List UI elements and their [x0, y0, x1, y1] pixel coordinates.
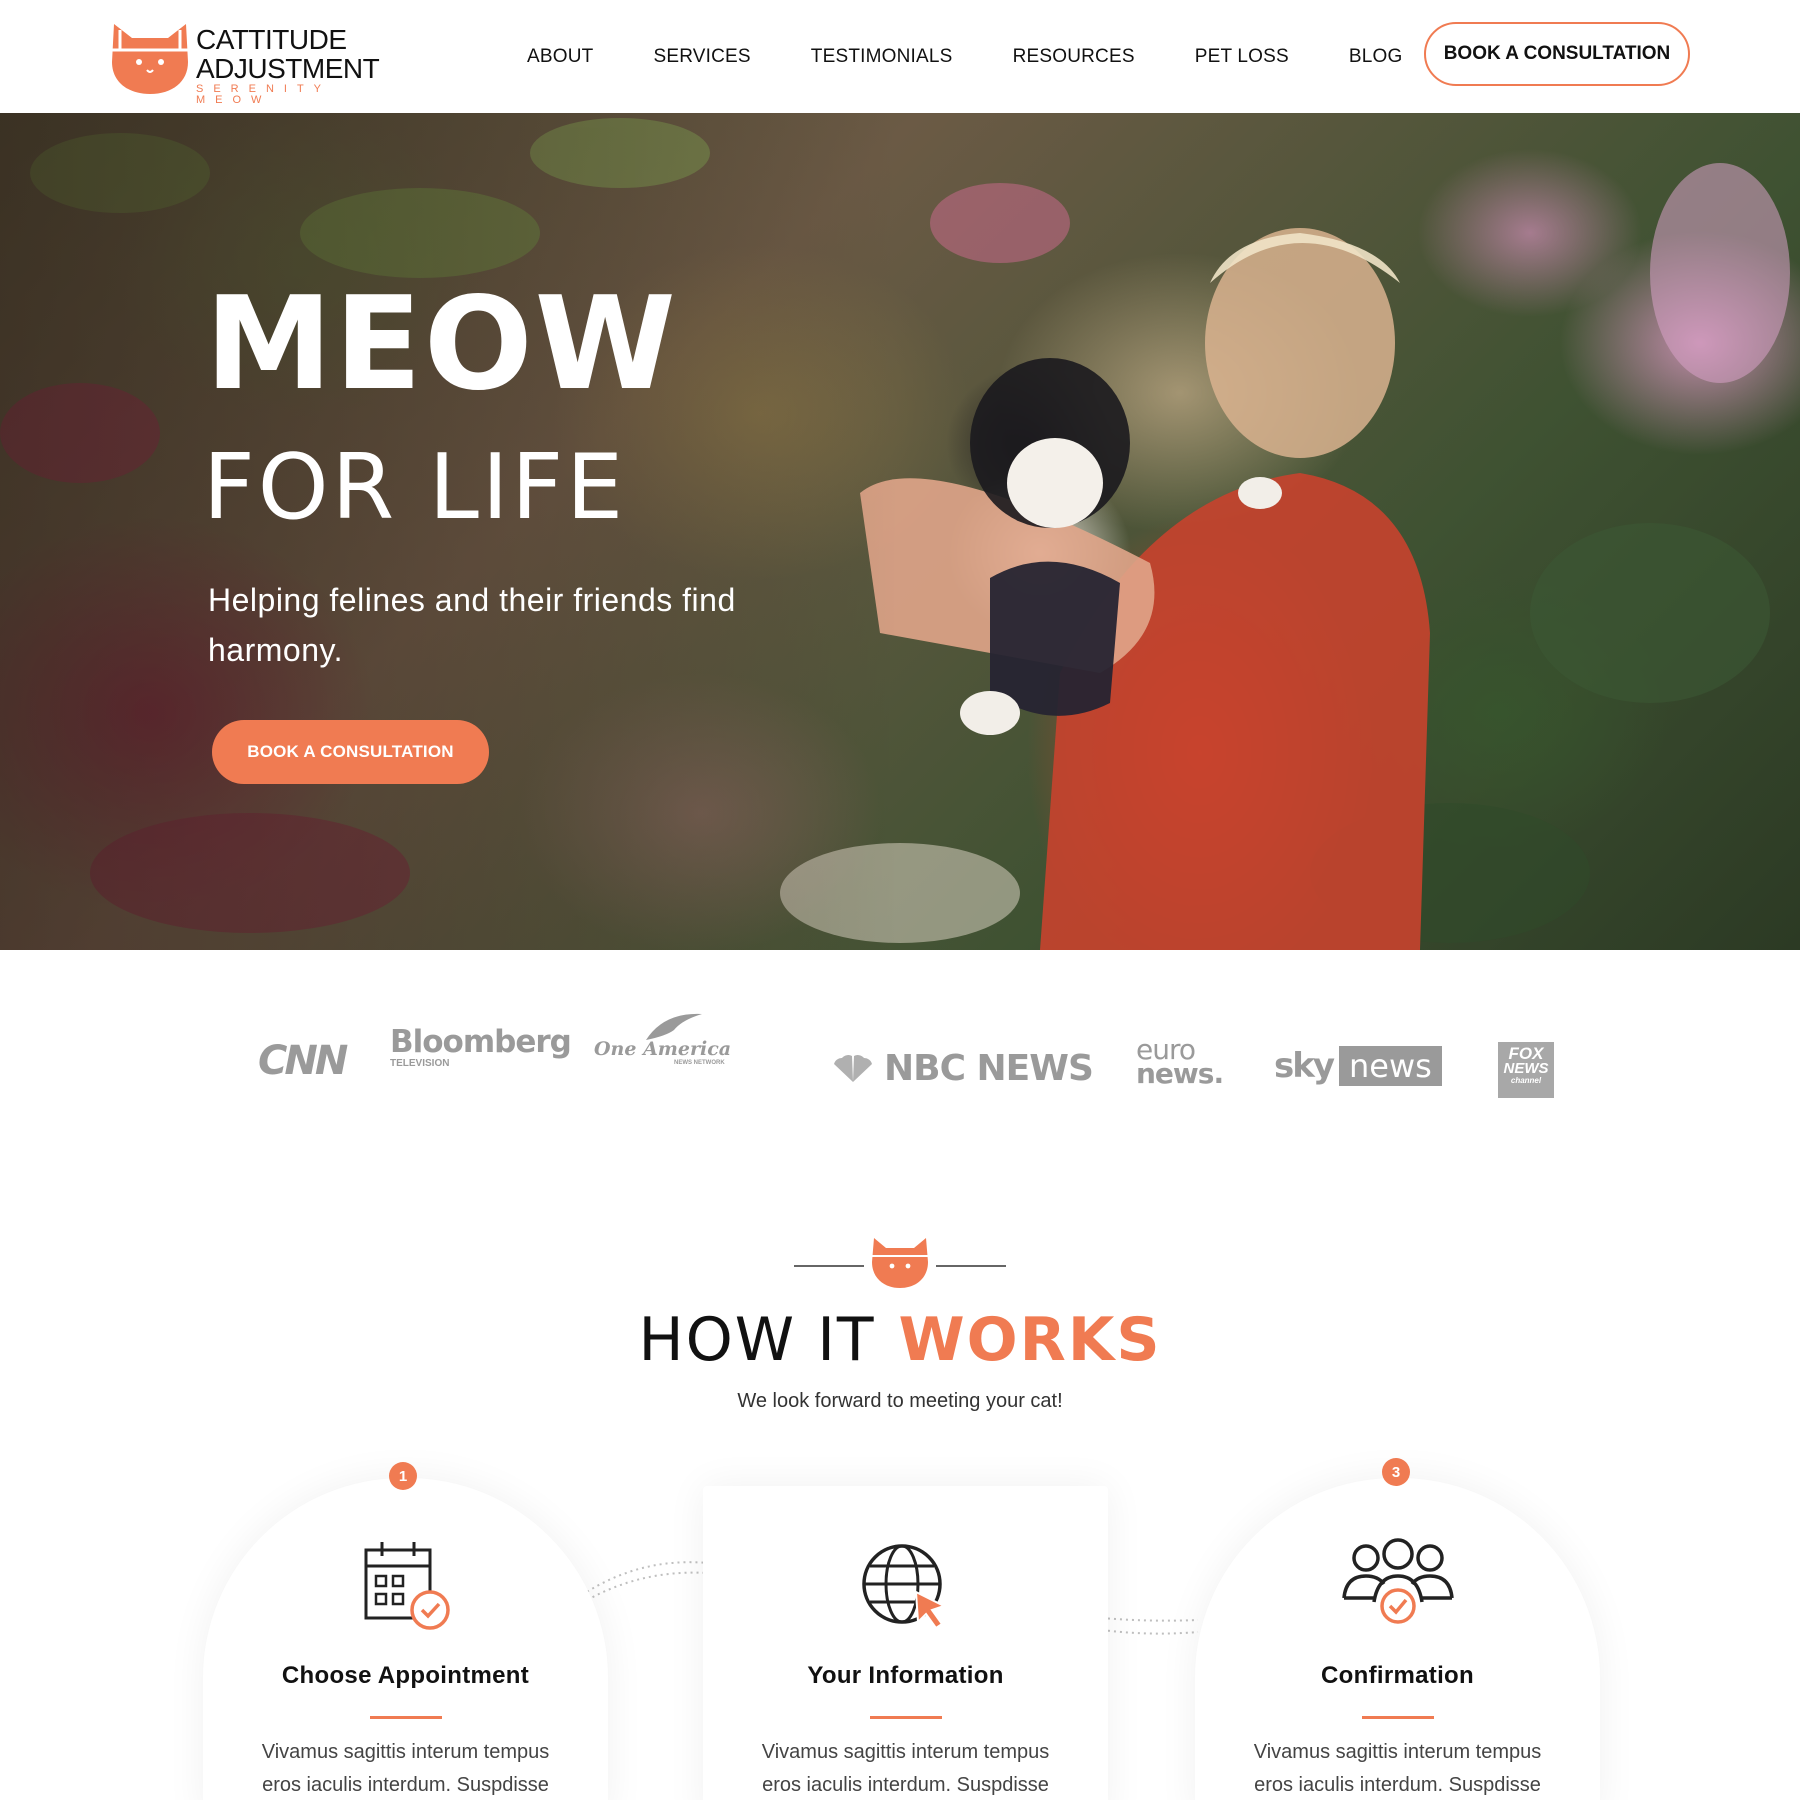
step-divider	[1361, 1716, 1434, 1719]
one-america-news-network: NEWS NETWORK	[674, 1060, 725, 1066]
step-card-choose-appointment: Choose Appointment Vivamus sagittis inte…	[203, 1478, 608, 1800]
step-number-badge: 1	[389, 1462, 417, 1490]
brand-line-2: ADJUSTMENT	[196, 53, 380, 84]
fox-wordmark: FOX	[1508, 1044, 1544, 1063]
how-it-works-title: HOW IT WORKS	[0, 1310, 1800, 1370]
header-book-consultation-button[interactable]: BOOK A CONSULTATION	[1424, 22, 1690, 86]
step-divider	[369, 1716, 442, 1719]
cat-face-icon	[872, 1238, 928, 1288]
step-connector-1	[581, 1561, 709, 1604]
fox-news-wordmark: NEWS	[1503, 1060, 1549, 1077]
step-card-confirmation: Confirmation Vivamus sagittis interum te…	[1195, 1478, 1600, 1800]
fox-channel: channel	[1510, 1076, 1542, 1085]
hero-title: MEOW	[205, 270, 678, 419]
sky-wordmark: sky	[1274, 1046, 1335, 1086]
press-logos: CNN Bloomberg TELEVISION One America NEW…	[0, 950, 1800, 1180]
one-america-logo: One America NEWS NETWORK	[594, 1010, 744, 1066]
peacock-icon	[834, 1054, 872, 1082]
nbc-news-wordmark: NBC NEWS	[884, 1048, 1094, 1089]
globe-cursor-icon	[861, 1544, 947, 1630]
one-america-wordmark: One America	[594, 1038, 732, 1060]
hero-subtitle: FOR LIFE	[203, 435, 627, 540]
calendar-check-icon	[364, 1542, 450, 1630]
step-title: Confirmation	[1321, 1662, 1474, 1689]
cnn-logo: CNN	[258, 1038, 348, 1084]
step-text: Vivamus sagittis interum tempus eros iac…	[261, 1741, 550, 1796]
nav-pet-loss[interactable]: PET LOSS	[1195, 46, 1289, 68]
euronews-logo: euro news.	[1136, 1036, 1224, 1090]
nbc-news-logo: NBC NEWS	[828, 1048, 1094, 1089]
page: CATTITUDE ADJUSTMENT SERENITY MEOW ABOUT…	[0, 0, 1800, 1800]
how-it-works-title-part1: HOW IT	[638, 1305, 876, 1375]
step-divider	[869, 1716, 942, 1719]
step-text: Vivamus sagittis interum tempus eros iac…	[1253, 1741, 1542, 1796]
step-card-your-information: Your Information Vivamus sagittis interu…	[703, 1486, 1108, 1800]
step-connector-2	[1101, 1617, 1199, 1635]
sky-news-logo: sky news	[1274, 1046, 1442, 1086]
step-text: Vivamus sagittis interum tempus eros iac…	[761, 1741, 1050, 1796]
step-title: Choose Appointment	[281, 1662, 530, 1689]
brand-wordmark: CATTITUDE ADJUSTMENT SERENITY MEOW	[196, 26, 400, 106]
brand-logo[interactable]: CATTITUDE ADJUSTMENT SERENITY MEOW	[110, 20, 400, 106]
nav-services[interactable]: SERVICES	[653, 46, 750, 68]
bloomberg-wordmark: Bloomberg	[390, 1024, 572, 1060]
how-it-works-title-part2: WORKS	[898, 1305, 1162, 1375]
hero-tagline: Helping felines and their friends find h…	[208, 582, 736, 668]
cat-logo-icon	[112, 23, 188, 94]
nav-testimonials[interactable]: TESTIMONIALS	[811, 46, 953, 68]
fox-news-logo: FOX NEWS channel	[1498, 1042, 1554, 1098]
sky-news-box: news	[1339, 1046, 1442, 1086]
site-header: CATTITUDE ADJUSTMENT SERENITY MEOW ABOUT…	[0, 0, 1800, 113]
nav-resources[interactable]: RESOURCES	[1013, 46, 1135, 68]
euronews-bottom: news.	[1136, 1057, 1224, 1090]
bloomberg-logo: Bloomberg TELEVISION	[390, 1024, 572, 1069]
main-nav: ABOUT SERVICES TESTIMONIALS RESOURCES PE…	[500, 0, 1463, 113]
group-check-icon	[1341, 1538, 1454, 1624]
section-cat-divider	[794, 1238, 1006, 1288]
step-number-badge: 3	[1382, 1458, 1410, 1486]
hero-book-consultation-button[interactable]: BOOK A CONSULTATION	[212, 720, 489, 784]
how-it-works-subtitle: We look forward to meeting your cat!	[737, 1390, 1063, 1412]
step-title: Your Information	[807, 1662, 1004, 1689]
nav-about[interactable]: ABOUT	[527, 46, 593, 68]
brand-line-1: CATTITUDE	[196, 24, 347, 55]
brand-tagline: SERENITY MEOW	[196, 83, 331, 106]
nav-blog[interactable]: BLOG	[1349, 46, 1403, 68]
hero-section: MEOW FOR LIFE Helping felines and their …	[0, 113, 1800, 950]
